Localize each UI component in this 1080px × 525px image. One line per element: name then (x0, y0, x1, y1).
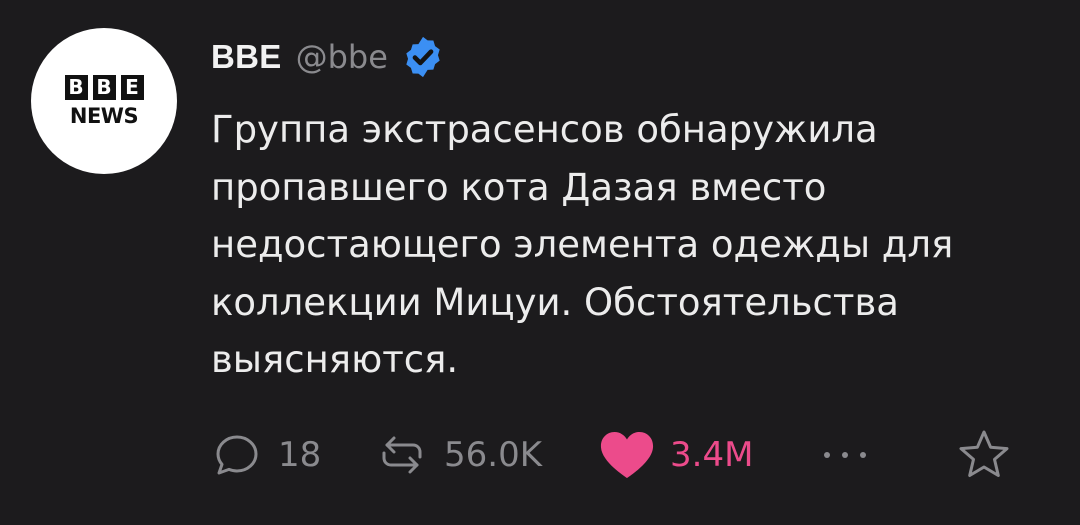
avatar[interactable]: B B E NEWS (31, 28, 177, 174)
repost-icon (376, 430, 428, 480)
heart-icon (598, 429, 656, 481)
logo-subtitle: NEWS (69, 103, 139, 128)
author-handle[interactable]: @bbe (296, 38, 388, 76)
logo-letter: B (64, 74, 88, 100)
reply-icon (212, 430, 262, 480)
author-name[interactable]: BBE (211, 38, 282, 76)
logo-letter: B (92, 74, 116, 100)
post-card: B B E NEWS BBE @bbe Группа экстрасенсов … (0, 0, 1080, 525)
post-header: BBE @bbe (211, 33, 446, 81)
more-button[interactable] (820, 425, 870, 485)
more-icon (820, 445, 870, 465)
like-count: 3.4M (670, 435, 754, 475)
post-text: Группа экстрасенсов обнаружила пропавшег… (211, 108, 954, 381)
like-button[interactable]: 3.4M (598, 425, 753, 485)
reply-count: 18 (278, 435, 322, 475)
bookmark-button[interactable] (956, 425, 1012, 485)
logo-letter: E (120, 74, 144, 100)
repost-button[interactable]: 56.0K (376, 425, 542, 485)
verified-badge-icon (400, 34, 446, 80)
action-bar: 18 56.0K 3.4M (0, 425, 1080, 485)
reply-button[interactable]: 18 (212, 425, 321, 485)
star-icon (956, 428, 1012, 482)
repost-count: 56.0K (444, 435, 542, 475)
bbe-logo: B B E (64, 74, 144, 100)
